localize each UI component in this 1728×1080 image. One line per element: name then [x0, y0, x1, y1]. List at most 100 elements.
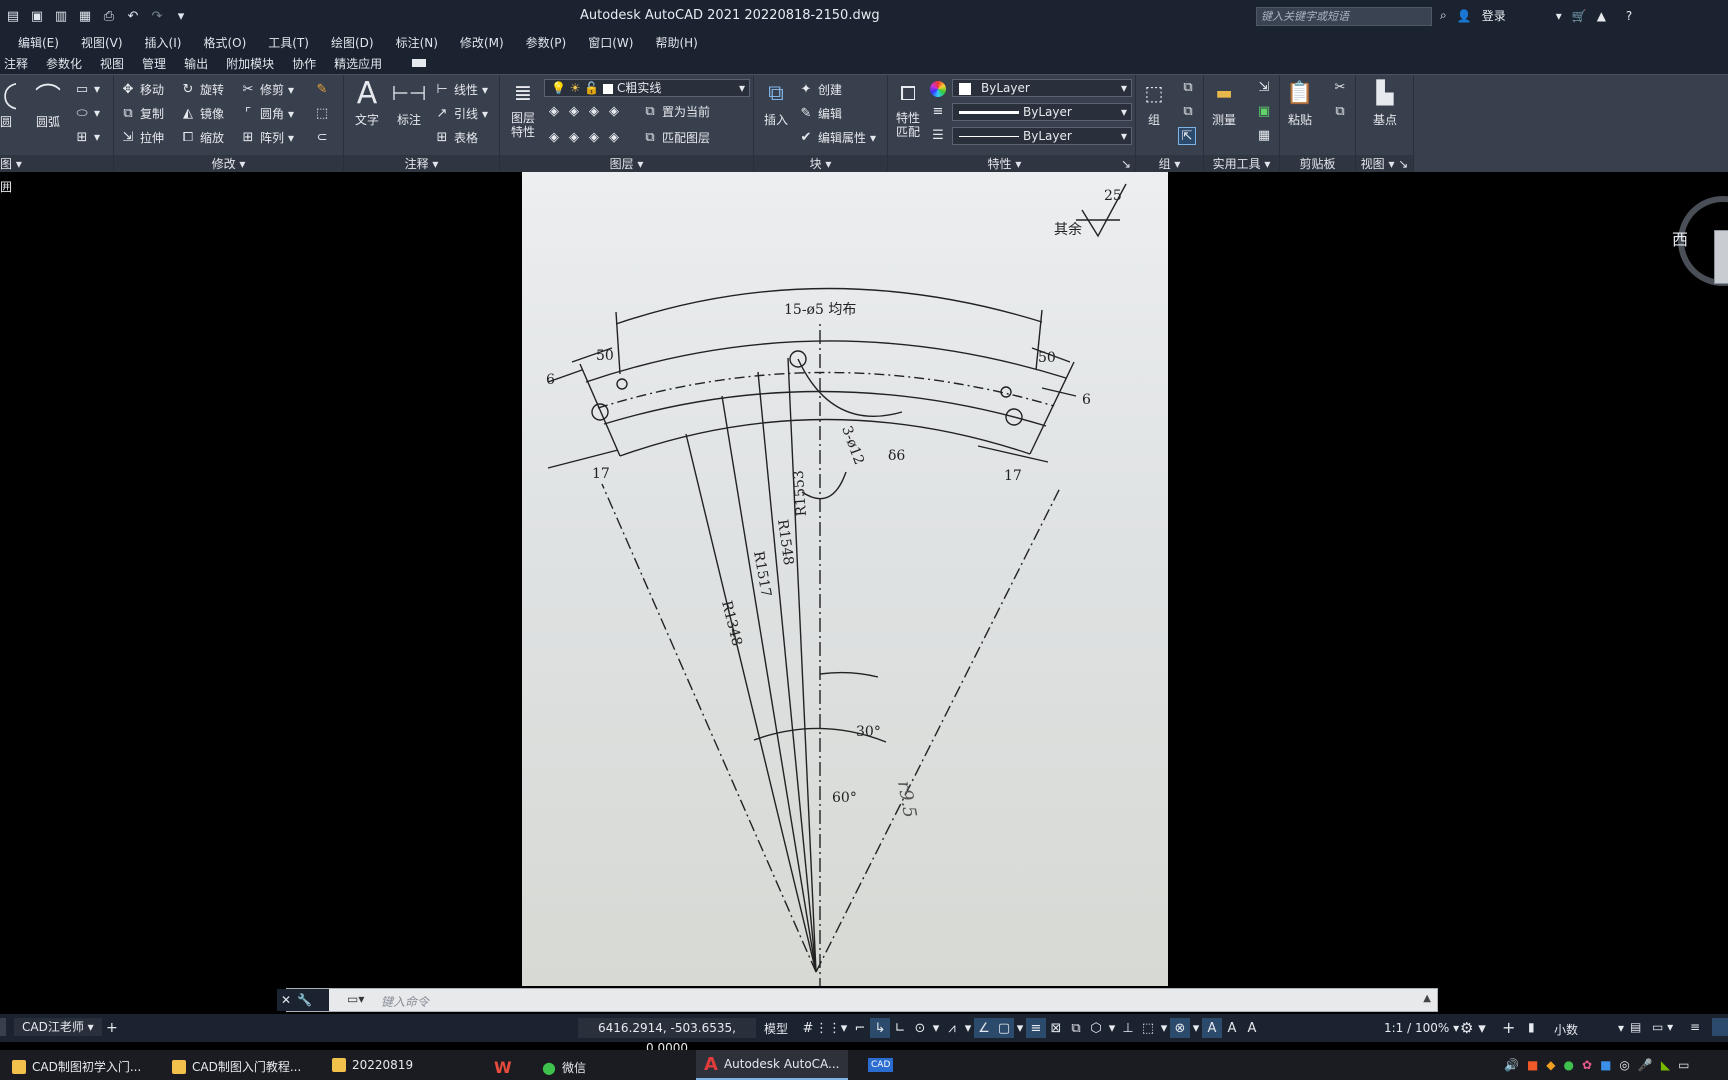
panel-label-modify[interactable]: 修改 ▾ — [114, 155, 343, 173]
snap-icon[interactable]: ⋮⋮ — [815, 1018, 841, 1038]
hatch-button[interactable]: ⊞ ▾ — [74, 129, 100, 145]
tray-game-icon[interactable]: ◎ — [1619, 1058, 1629, 1072]
panel-label-clipboard[interactable]: 剪贴板 — [1280, 155, 1355, 173]
menu-modify[interactable]: 修改(M) — [460, 34, 504, 51]
menu-dimension[interactable]: 标注(N) — [396, 34, 438, 51]
arc-button[interactable]: ⌒ 圆弧 — [30, 79, 66, 130]
taskbar-item-wps[interactable]: W — [494, 1058, 512, 1077]
panel-label-view[interactable]: 视图 ▾ ↘ — [1356, 155, 1413, 173]
tray-app-icon[interactable]: ■ — [1527, 1058, 1538, 1072]
help-icon[interactable]: ? — [1626, 9, 1632, 23]
tab-extra-icon[interactable] — [412, 59, 427, 67]
fillet-button[interactable]: ⌜ 圆角 ▾ — [240, 105, 294, 122]
insert-button[interactable]: ⧉ 插入 — [758, 77, 794, 128]
object-snap-tracking-icon[interactable]: ∠ — [974, 1018, 994, 1038]
login-link[interactable]: 登录 — [1482, 7, 1506, 24]
chevron-down-icon[interactable]: ▾ — [838, 1018, 850, 1038]
quick-select-icon[interactable]: ⇲ — [1256, 79, 1272, 95]
taskbar-item-autocad[interactable]: A Autodesk AutoCA... — [696, 1050, 848, 1080]
ortho-icon[interactable]: ∟ — [890, 1018, 910, 1038]
save-icon[interactable]: ▤ — [4, 7, 22, 25]
cut-icon[interactable]: ✂ — [1332, 79, 1348, 95]
open-icon[interactable]: ▥ — [52, 7, 70, 25]
object-snap-icon[interactable]: ▢ — [994, 1018, 1014, 1038]
copy-button[interactable]: ⧉ 复制 — [120, 105, 164, 122]
save-as-icon[interactable]: ▣ — [28, 7, 46, 25]
cart-icon[interactable]: 🛒 — [1572, 9, 1587, 23]
export-icon[interactable]: ▦ — [76, 7, 94, 25]
3d-osnap-icon[interactable]: ⬡ — [1086, 1018, 1106, 1038]
chevron-down-icon[interactable]: ▾ — [930, 1018, 942, 1038]
explode-button[interactable]: ⬚ — [314, 105, 330, 121]
calculator-icon[interactable]: ▦ — [1256, 127, 1272, 143]
menu-format[interactable]: 格式(O) — [203, 34, 246, 51]
polar-icon[interactable]: ⊙ — [910, 1018, 930, 1038]
tab-featured-apps[interactable]: 精选应用 — [334, 55, 382, 72]
viewcube-face[interactable] — [1714, 230, 1728, 284]
search-icon[interactable]: ⌕ — [1440, 8, 1447, 23]
measure-button[interactable]: ▬ 测量 — [1206, 77, 1242, 128]
chevron-down-icon[interactable]: ▾ — [962, 1018, 974, 1038]
menu-draw[interactable]: 绘图(D) — [331, 34, 374, 51]
edit-attributes-button[interactable]: ✔ 编辑属性 ▾ — [798, 129, 877, 146]
group-edit-icon[interactable]: ⧉ — [1180, 103, 1196, 119]
tab-collaborate[interactable]: 协作 — [292, 55, 316, 72]
ungroup-icon[interactable]: ⧉ — [1180, 79, 1196, 95]
menu-help[interactable]: 帮助(H) — [655, 34, 697, 51]
lineweight-dropdown[interactable]: ByLayer ▾ — [952, 103, 1132, 121]
rectangle-button[interactable]: ▭ ▾ — [74, 81, 100, 97]
panel-label-groups[interactable]: 组 ▾ — [1136, 155, 1203, 173]
layer-tools-row2[interactable]: ◈ ◈ ◈ ◈ — [546, 129, 622, 145]
group-button[interactable]: ⬚ 组 — [1138, 77, 1170, 128]
add-layout-icon[interactable]: + — [106, 1020, 118, 1036]
command-history-icon[interactable]: ▭▾ — [347, 992, 364, 1006]
match-properties-button[interactable]: ⧠ 特性 匹配 — [890, 77, 926, 139]
taskbar-item-folder-3[interactable]: 20220819 — [332, 1058, 413, 1072]
dynamic-input-icon[interactable]: ↳ — [870, 1018, 890, 1038]
chevron-down-icon[interactable]: ▾ — [1014, 1018, 1026, 1038]
tray-pinwheel-icon[interactable]: ✿ — [1582, 1058, 1592, 1072]
mirror-button[interactable]: ◭ 镜像 — [180, 105, 224, 122]
menu-tools[interactable]: 工具(T) — [268, 34, 309, 51]
erase-button[interactable]: ✎ — [314, 81, 330, 97]
isodraft-icon[interactable]: ⩘ — [942, 1018, 962, 1038]
clean-screen-icon[interactable]: ▭ ▾ — [1652, 1020, 1673, 1034]
tab-manage[interactable]: 管理 — [142, 55, 166, 72]
units-icon[interactable]: ▮ — [1528, 1020, 1535, 1034]
taskbar-item-folder-1[interactable]: CAD制图初学入门... — [12, 1058, 141, 1075]
set-current-button[interactable]: ⧉ 置为当前 — [642, 103, 710, 120]
coordinates-readout[interactable]: 6416.2914, -503.6535, 0.0000 — [578, 1018, 756, 1055]
create-block-button[interactable]: ✦ 创建 — [798, 81, 842, 98]
ellipse-button[interactable]: ⬭ ▾ — [74, 105, 100, 121]
auto-scale-icon[interactable]: A — [1222, 1018, 1242, 1038]
model-space-button[interactable]: 模型 — [764, 1020, 788, 1037]
taskbar-item-wechat[interactable]: ● 微信 — [542, 1058, 586, 1077]
array-button[interactable]: ⊞ 阵列 ▾ — [240, 129, 295, 146]
panel-label-annotation[interactable]: 注释 ▾ — [344, 155, 499, 173]
annotation-scale-dropdown[interactable]: 1:1 / 100% ▾ — [1384, 1021, 1459, 1035]
tab-parametric[interactable]: 参数化 — [46, 55, 82, 72]
menu-parametric[interactable]: 参数(P) — [526, 34, 567, 51]
panel-label-draw[interactable]: 图 ▾ — [0, 155, 113, 173]
command-line-handle[interactable]: ✕ 🔧 — [277, 989, 329, 1011]
shield-icon[interactable]: ◆ — [1546, 1058, 1555, 1072]
layer-properties-button[interactable]: ≣ 图层 特性 — [504, 77, 542, 140]
menu-view[interactable]: 视图(V) — [81, 34, 123, 51]
taskbar-item-folder-2[interactable]: CAD制图入门教程... — [172, 1058, 301, 1075]
chevron-down-icon[interactable]: ▾ — [1556, 9, 1562, 23]
chevron-down-icon[interactable]: ▾ — [1190, 1018, 1202, 1038]
plus-icon[interactable]: + — [1502, 1018, 1515, 1037]
dimension-button[interactable]: ⊢⊣ 标注 — [392, 77, 427, 128]
color-dropdown[interactable]: ByLayer ▾ — [952, 79, 1132, 97]
viewport-controls-label[interactable]: 囲 — [0, 178, 12, 195]
selection-cycling-icon[interactable]: ⧉ — [1066, 1018, 1086, 1038]
layer-dropdown[interactable]: 💡 ☀ 🔓 C粗实线 ▾ — [544, 79, 750, 97]
dialog-launcher-icon[interactable]: ↘ — [1121, 155, 1131, 173]
move-button[interactable]: ✥ 移动 — [120, 81, 164, 98]
autodesk-icon[interactable]: ▲ — [1597, 9, 1606, 23]
copy-clip-icon[interactable]: ⧉ — [1332, 103, 1348, 119]
offset-button[interactable]: ⊂ — [314, 129, 330, 145]
match-layer-button[interactable]: ⧉ 匹配图层 — [642, 129, 710, 146]
nvidia-icon[interactable]: ◣ — [1661, 1058, 1670, 1072]
group-select-icon[interactable]: ⇱ — [1178, 127, 1196, 145]
